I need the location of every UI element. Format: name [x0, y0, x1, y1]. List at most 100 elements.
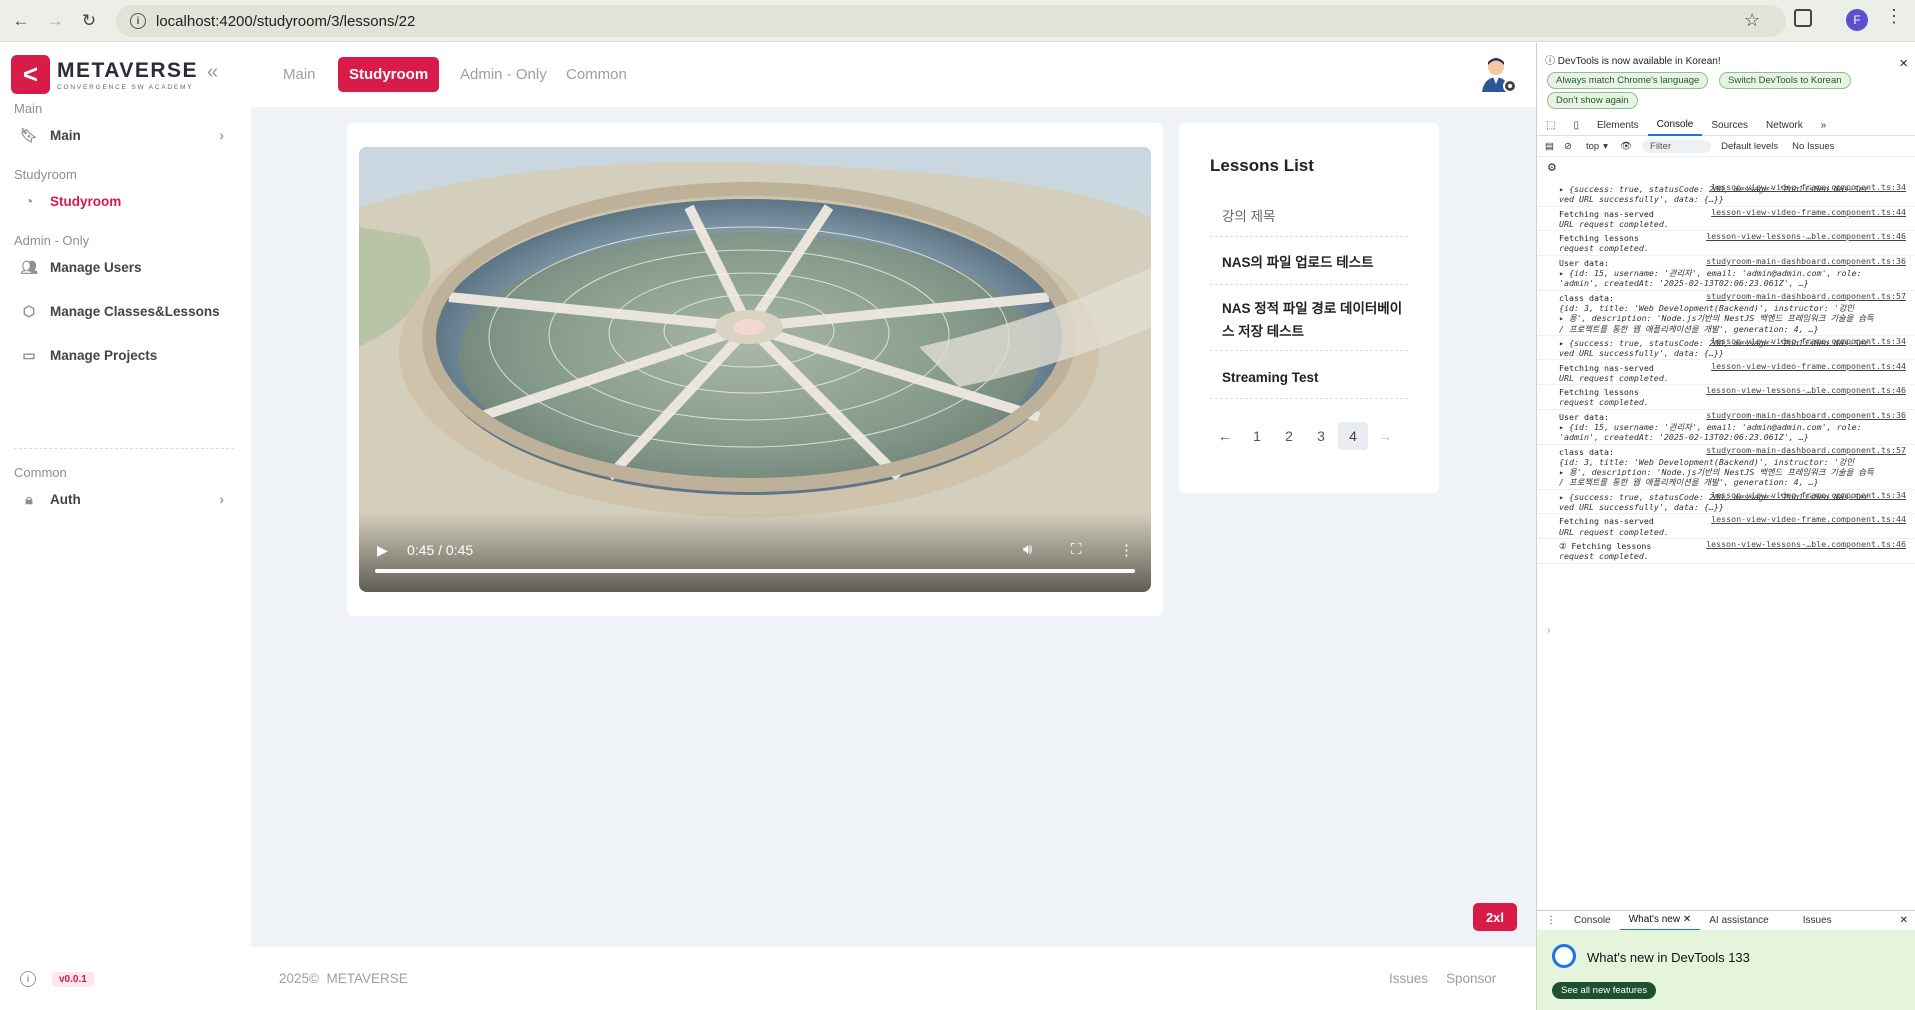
inspect-icon[interactable]: ⬚	[1537, 116, 1564, 136]
page-button-current[interactable]: 4	[1338, 422, 1368, 450]
log-source-link[interactable]: studyroom-main-dashboard.component.ts:57	[1706, 291, 1906, 301]
log-line: ▸ {id: 15, username: '관리자', email: 'admi…	[1559, 421, 1862, 432]
log-source-link[interactable]: lesson-view-video-frame.component.ts:34	[1711, 490, 1906, 500]
console-log-entry[interactable]: studyroom-main-dashboard.component.ts:36…	[1537, 410, 1915, 445]
user-avatar[interactable]	[1478, 54, 1518, 94]
drawer-tab-console[interactable]: Console	[1565, 911, 1620, 931]
info-icon[interactable]: i	[20, 971, 36, 987]
issues-count[interactable]: No Issues	[1792, 141, 1834, 152]
log-source-link[interactable]: studyroom-main-dashboard.component.ts:36	[1706, 256, 1906, 266]
lesson-item[interactable]: NAS의 파일 업로드 테스트	[1210, 247, 1408, 285]
always-match-language-button[interactable]: Always match Chrome's language	[1547, 72, 1709, 89]
tab-sources[interactable]: Sources	[1702, 116, 1757, 136]
console-log-entry[interactable]: lesson-view-video-frame.component.ts:34 ▸…	[1537, 336, 1915, 361]
eye-icon[interactable]: 👁︎	[1620, 141, 1632, 152]
collapse-sidebar-icon[interactable]: «	[207, 61, 218, 84]
page-button[interactable]: 3	[1306, 422, 1336, 450]
log-source-link[interactable]: lesson-view-video-frame.component.ts:44	[1711, 514, 1906, 524]
console-log-entry[interactable]: lesson-view-video-frame.component.ts:34 ▸…	[1537, 182, 1915, 207]
console-prompt[interactable]: ›	[1547, 625, 1550, 636]
drawer-menu-icon[interactable]: ⋮	[1537, 911, 1565, 931]
console-log-entry[interactable]: lesson-view-video-frame.component.ts:44 F…	[1537, 207, 1915, 232]
console-log-entry[interactable]: lesson-view-lessons-…ble.component.ts:46…	[1537, 385, 1915, 410]
chevron-right-icon: ›	[219, 127, 224, 143]
filter-input[interactable]: Filter	[1642, 140, 1712, 153]
log-source-link[interactable]: lesson-view-lessons-…ble.component.ts:46	[1706, 231, 1906, 241]
more-options-icon[interactable]: ⋮	[1119, 541, 1134, 559]
drawer-tab-whats-new[interactable]: What's new ✕	[1619, 911, 1701, 931]
log-source-link[interactable]: lesson-view-video-frame.component.ts:44	[1711, 361, 1906, 371]
sidebar-item-main[interactable]: 🔖︎ Main ›	[20, 120, 230, 150]
sidebar-item-manage-classes[interactable]: ⬡ Manage Classes&Lessons	[20, 296, 230, 326]
log-source-link[interactable]: studyroom-main-dashboard.component.ts:36	[1706, 410, 1906, 420]
sidebar-item-manage-users[interactable]: 👥︎ Manage Users	[20, 252, 230, 282]
forward-icon[interactable]: →	[42, 8, 68, 34]
address-bar[interactable]: i localhost:4200/studyroom/3/lessons/22	[116, 5, 1786, 37]
page-button[interactable]: 2	[1274, 422, 1304, 450]
close-notice-icon[interactable]: ✕	[1899, 57, 1908, 70]
back-icon[interactable]: ←	[8, 8, 34, 34]
console-log-entry[interactable]: lesson-view-lessons-…ble.component.ts:46…	[1537, 231, 1915, 256]
log-source-link[interactable]: lesson-view-video-frame.component.ts:44	[1711, 207, 1906, 217]
device-toolbar-icon[interactable]: ▯	[1564, 116, 1588, 136]
more-tabs-icon[interactable]: »	[1812, 116, 1836, 136]
lesson-item[interactable]: 강의 제목	[1210, 199, 1408, 237]
tab-network[interactable]: Network	[1757, 116, 1812, 136]
context-select[interactable]: top	[1586, 141, 1599, 152]
console-log-entry[interactable]: studyroom-main-dashboard.component.ts:57…	[1537, 291, 1915, 336]
prev-page-button[interactable]: ←	[1210, 422, 1240, 450]
lessons-list-title: Lessons List	[1210, 156, 1314, 175]
console-log-entry[interactable]: studyroom-main-dashboard.component.ts:36…	[1537, 256, 1915, 291]
tab-studyroom[interactable]: Studyroom	[338, 57, 440, 92]
reload-icon[interactable]: ↻	[76, 8, 102, 34]
console-log-entry[interactable]: studyroom-main-dashboard.component.ts:57…	[1537, 445, 1915, 490]
see-all-features-button[interactable]: See all new features	[1552, 982, 1657, 999]
next-page-button[interactable]: →	[1370, 422, 1400, 450]
tab-elements[interactable]: Elements	[1588, 116, 1648, 136]
extensions-icon[interactable]	[1794, 9, 1812, 27]
log-source-link[interactable]: lesson-view-lessons-…ble.component.ts:46	[1706, 385, 1906, 395]
sidebar-toggle-icon[interactable]: ▤	[1545, 141, 1554, 152]
lesson-item[interactable]: Streaming Test	[1210, 361, 1408, 399]
console-log-entry[interactable]: lesson-view-video-frame.component.ts:44 F…	[1537, 361, 1915, 386]
logo[interactable]: < METAVERSE CONVERGENCE SW ACADEMY	[11, 55, 198, 94]
footer-sponsor-link[interactable]: Sponsor	[1446, 971, 1496, 986]
dont-show-again-button[interactable]: Don't show again	[1547, 92, 1638, 109]
log-levels-select[interactable]: Default levels	[1721, 141, 1778, 152]
log-source-link[interactable]: studyroom-main-dashboard.component.ts:57	[1706, 445, 1906, 455]
site-info-icon[interactable]: i	[130, 13, 146, 29]
clear-console-icon[interactable]: ⊘	[1564, 141, 1572, 152]
video-progress-bar[interactable]	[375, 569, 1135, 573]
tab-console[interactable]: Console	[1647, 116, 1703, 136]
tab-admin-only[interactable]: Admin - Only	[449, 57, 558, 92]
console-log-entry[interactable]: lesson-view-lessons-…ble.component.ts:46…	[1537, 539, 1915, 564]
volume-icon[interactable]: 🔊︎	[1023, 541, 1032, 558]
profile-avatar[interactable]: F	[1846, 9, 1868, 31]
drawer-tab-issues[interactable]: Issues	[1794, 911, 1841, 931]
page-button[interactable]: 1	[1242, 422, 1272, 450]
video-player[interactable]: ▶ 0:45 / 0:45 🔊︎ ⛶ ⋮	[359, 147, 1151, 592]
log-source-link[interactable]: lesson-view-video-frame.component.ts:34	[1711, 182, 1906, 192]
browser-menu-icon[interactable]: ⋮	[1885, 6, 1903, 27]
tab-common[interactable]: Common	[555, 57, 638, 92]
console-settings-icon[interactable]: ⚙	[1547, 161, 1557, 174]
bookmark-star-icon[interactable]: ☆	[1744, 10, 1760, 31]
drawer-tab-ai-assistance[interactable]: AI assistance	[1700, 911, 1777, 931]
devtools-language-notice: ⓘ DevTools is now available in Korean!	[1545, 56, 1721, 67]
sidebar-item-auth[interactable]: 🔒︎ Auth ›	[20, 484, 230, 514]
tab-main[interactable]: Main	[272, 57, 327, 92]
play-icon[interactable]: ▶	[377, 542, 388, 559]
log-source-link[interactable]: lesson-view-video-frame.component.ts:34	[1711, 336, 1906, 346]
sidebar-item-label: Auth	[50, 491, 81, 507]
console-log-entry[interactable]: lesson-view-video-frame.component.ts:34 ▸…	[1537, 490, 1915, 515]
fullscreen-icon[interactable]: ⛶	[1071, 541, 1082, 558]
sidebar-item-manage-projects[interactable]: ▭ Manage Projects	[20, 340, 230, 370]
log-source-link[interactable]: lesson-view-lessons-…ble.component.ts:46	[1706, 539, 1906, 549]
switch-to-korean-button[interactable]: Switch DevTools to Korean	[1719, 72, 1851, 89]
close-drawer-icon[interactable]: ✕	[1900, 915, 1908, 926]
footer-brand-link[interactable]: METAVERSE	[327, 971, 408, 986]
footer-issues-link[interactable]: Issues	[1389, 971, 1428, 986]
console-log-entry[interactable]: lesson-view-video-frame.component.ts:44 F…	[1537, 514, 1915, 539]
lesson-item[interactable]: NAS 정적 파일 경로 데이터베이스 저장 테스트	[1210, 295, 1408, 351]
sidebar-item-studyroom[interactable]: ◔ Studyroom	[20, 186, 230, 216]
